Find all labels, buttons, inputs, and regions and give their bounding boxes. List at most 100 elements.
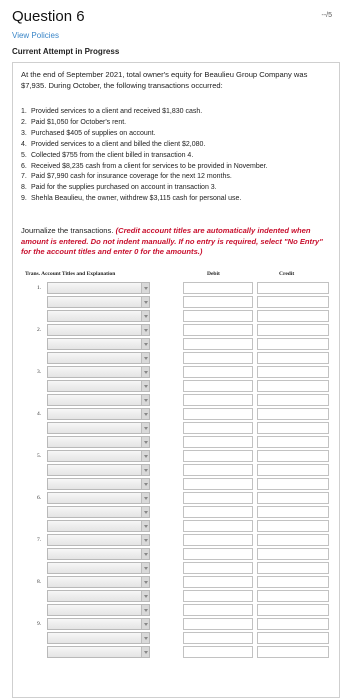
debit-input[interactable] [183, 324, 253, 336]
account-title-select[interactable] [47, 436, 150, 448]
chevron-down-icon[interactable] [141, 311, 149, 321]
debit-input[interactable] [183, 646, 253, 658]
credit-input[interactable] [257, 296, 329, 308]
debit-input[interactable] [183, 352, 253, 364]
debit-input[interactable] [183, 436, 253, 448]
chevron-down-icon[interactable] [141, 367, 149, 377]
credit-input[interactable] [257, 324, 329, 336]
debit-input[interactable] [183, 408, 253, 420]
account-title-select[interactable] [47, 338, 150, 350]
account-title-select[interactable] [47, 548, 150, 560]
debit-input[interactable] [183, 632, 253, 644]
credit-input[interactable] [257, 338, 329, 350]
debit-input[interactable] [183, 520, 253, 532]
account-title-select[interactable] [47, 520, 150, 532]
account-title-select[interactable] [47, 562, 150, 574]
chevron-down-icon[interactable] [141, 381, 149, 391]
account-title-select[interactable] [47, 618, 150, 630]
chevron-down-icon[interactable] [141, 395, 149, 405]
credit-input[interactable] [257, 562, 329, 574]
chevron-down-icon[interactable] [141, 325, 149, 335]
account-title-select[interactable] [47, 380, 150, 392]
debit-input[interactable] [183, 604, 253, 616]
account-title-select[interactable] [47, 506, 150, 518]
chevron-down-icon[interactable] [141, 619, 149, 629]
chevron-down-icon[interactable] [141, 535, 149, 545]
account-title-select[interactable] [47, 324, 150, 336]
debit-input[interactable] [183, 478, 253, 490]
chevron-down-icon[interactable] [141, 647, 149, 657]
credit-input[interactable] [257, 408, 329, 420]
account-title-select[interactable] [47, 366, 150, 378]
credit-input[interactable] [257, 604, 329, 616]
view-policies-link[interactable]: View Policies [12, 31, 59, 40]
account-title-select[interactable] [47, 464, 150, 476]
chevron-down-icon[interactable] [141, 493, 149, 503]
credit-input[interactable] [257, 436, 329, 448]
account-title-select[interactable] [47, 646, 150, 658]
chevron-down-icon[interactable] [141, 633, 149, 643]
credit-input[interactable] [257, 380, 329, 392]
debit-input[interactable] [183, 380, 253, 392]
chevron-down-icon[interactable] [141, 507, 149, 517]
account-title-select[interactable] [47, 576, 150, 588]
account-title-select[interactable] [47, 282, 150, 294]
chevron-down-icon[interactable] [141, 591, 149, 601]
account-title-select[interactable] [47, 450, 150, 462]
credit-input[interactable] [257, 492, 329, 504]
chevron-down-icon[interactable] [141, 283, 149, 293]
debit-input[interactable] [183, 366, 253, 378]
account-title-select[interactable] [47, 534, 150, 546]
debit-input[interactable] [183, 506, 253, 518]
chevron-down-icon[interactable] [141, 521, 149, 531]
account-title-select[interactable] [47, 590, 150, 602]
credit-input[interactable] [257, 520, 329, 532]
credit-input[interactable] [257, 282, 329, 294]
account-title-select[interactable] [47, 310, 150, 322]
credit-input[interactable] [257, 366, 329, 378]
credit-input[interactable] [257, 506, 329, 518]
debit-input[interactable] [183, 618, 253, 630]
debit-input[interactable] [183, 450, 253, 462]
account-title-select[interactable] [47, 604, 150, 616]
chevron-down-icon[interactable] [141, 437, 149, 447]
credit-input[interactable] [257, 534, 329, 546]
account-title-select[interactable] [47, 422, 150, 434]
debit-input[interactable] [183, 548, 253, 560]
credit-input[interactable] [257, 632, 329, 644]
chevron-down-icon[interactable] [141, 479, 149, 489]
debit-input[interactable] [183, 464, 253, 476]
chevron-down-icon[interactable] [141, 297, 149, 307]
account-title-select[interactable] [47, 632, 150, 644]
chevron-down-icon[interactable] [141, 409, 149, 419]
debit-input[interactable] [183, 562, 253, 574]
chevron-down-icon[interactable] [141, 451, 149, 461]
credit-input[interactable] [257, 310, 329, 322]
credit-input[interactable] [257, 618, 329, 630]
chevron-down-icon[interactable] [141, 549, 149, 559]
debit-input[interactable] [183, 590, 253, 602]
debit-input[interactable] [183, 492, 253, 504]
debit-input[interactable] [183, 534, 253, 546]
debit-input[interactable] [183, 394, 253, 406]
credit-input[interactable] [257, 646, 329, 658]
debit-input[interactable] [183, 296, 253, 308]
chevron-down-icon[interactable] [141, 563, 149, 573]
credit-input[interactable] [257, 576, 329, 588]
credit-input[interactable] [257, 450, 329, 462]
account-title-select[interactable] [47, 478, 150, 490]
account-title-select[interactable] [47, 394, 150, 406]
chevron-down-icon[interactable] [141, 605, 149, 615]
debit-input[interactable] [183, 576, 253, 588]
chevron-down-icon[interactable] [141, 423, 149, 433]
account-title-select[interactable] [47, 408, 150, 420]
credit-input[interactable] [257, 590, 329, 602]
debit-input[interactable] [183, 310, 253, 322]
credit-input[interactable] [257, 394, 329, 406]
chevron-down-icon[interactable] [141, 465, 149, 475]
chevron-down-icon[interactable] [141, 353, 149, 363]
account-title-select[interactable] [47, 492, 150, 504]
debit-input[interactable] [183, 282, 253, 294]
chevron-down-icon[interactable] [141, 577, 149, 587]
credit-input[interactable] [257, 352, 329, 364]
